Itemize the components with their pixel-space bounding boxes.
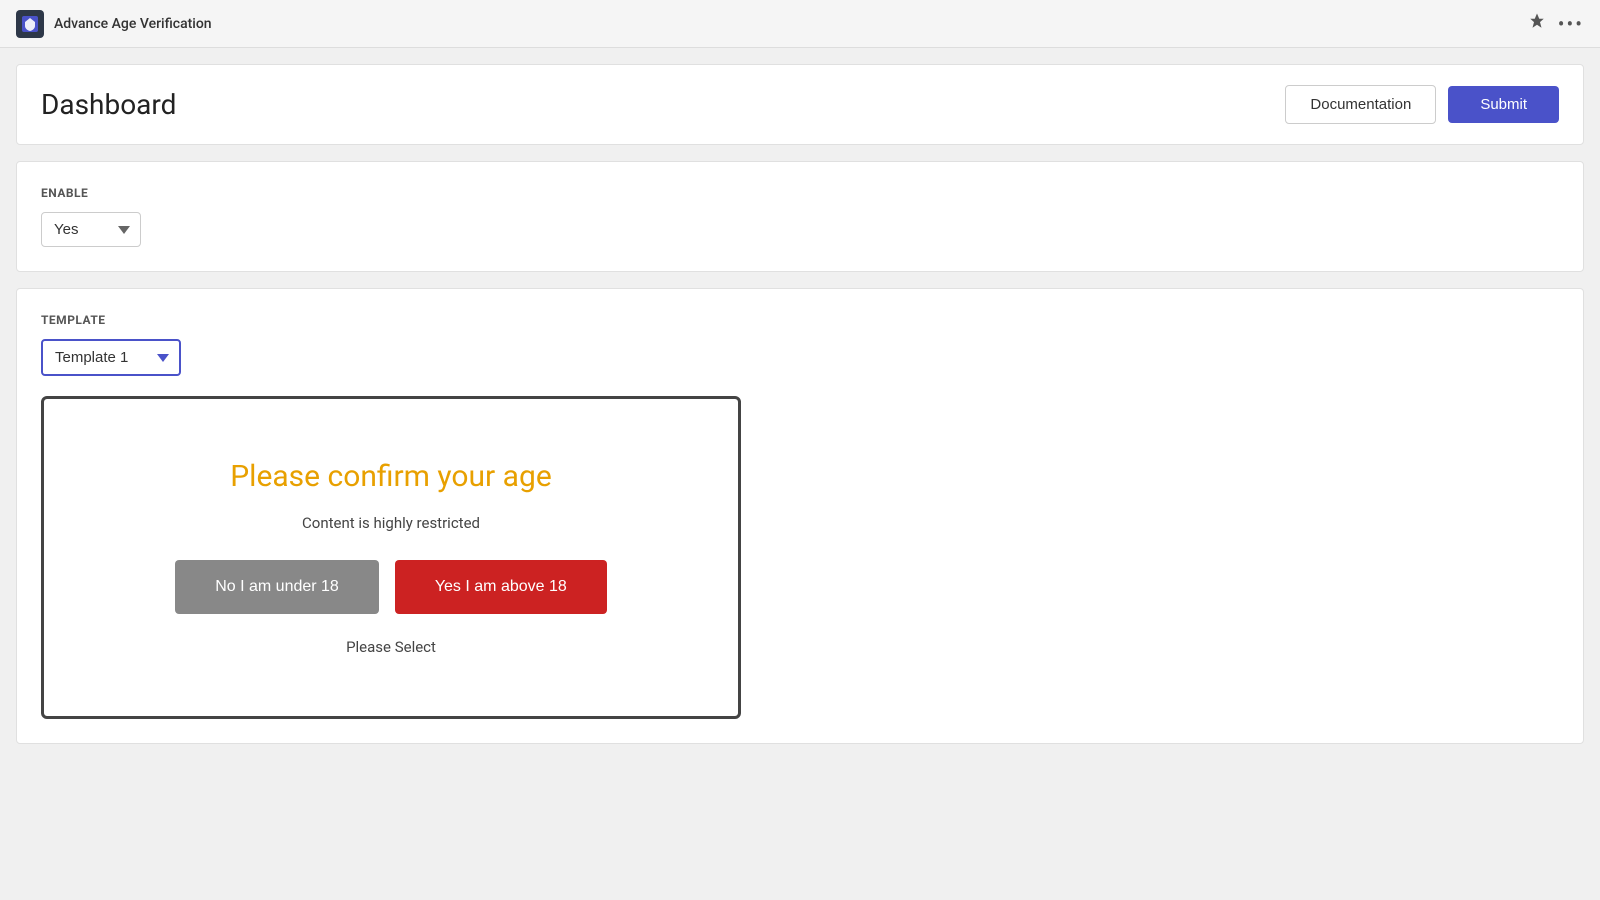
submit-button[interactable]: Submit: [1448, 86, 1559, 123]
template-section-card: TEMPLATE Template 1 Template 2 Template …: [16, 288, 1584, 744]
enable-section-card: ENABLE Yes No: [16, 161, 1584, 272]
dashboard-actions: Documentation Submit: [1285, 85, 1559, 124]
confirm-subtitle: Content is highly restricted: [302, 514, 480, 532]
confirm-age-title: Please confirm your age: [230, 459, 552, 494]
template-preview-inner: Please confirm your age Content is highl…: [44, 399, 738, 716]
yes-above-18-button[interactable]: Yes I am above 18: [395, 560, 607, 614]
top-bar-right: •••: [1528, 12, 1584, 36]
template-label: TEMPLATE: [41, 313, 1559, 327]
documentation-button[interactable]: Documentation: [1285, 85, 1436, 124]
main-content: Dashboard Documentation Submit ENABLE Ye…: [0, 48, 1600, 776]
app-title: Advance Age Verification: [54, 16, 212, 32]
top-bar: Advance Age Verification •••: [0, 0, 1600, 48]
enable-select[interactable]: Yes No: [41, 212, 141, 247]
dashboard-title: Dashboard: [41, 88, 176, 121]
template-preview-wrapper: Please confirm your age Content is highl…: [41, 396, 741, 719]
more-options-icon[interactable]: •••: [1558, 12, 1584, 36]
confirm-buttons: No I am under 18 Yes I am above 18: [175, 560, 607, 614]
pin-icon[interactable]: [1528, 12, 1546, 35]
no-under-18-button[interactable]: No I am under 18: [175, 560, 379, 614]
template-select[interactable]: Template 1 Template 2 Template 3: [41, 339, 181, 376]
app-icon: [16, 10, 44, 38]
dashboard-card: Dashboard Documentation Submit: [16, 64, 1584, 145]
enable-label: ENABLE: [41, 186, 1559, 200]
top-bar-left: Advance Age Verification: [16, 10, 212, 38]
please-select-text: Please Select: [346, 638, 436, 676]
